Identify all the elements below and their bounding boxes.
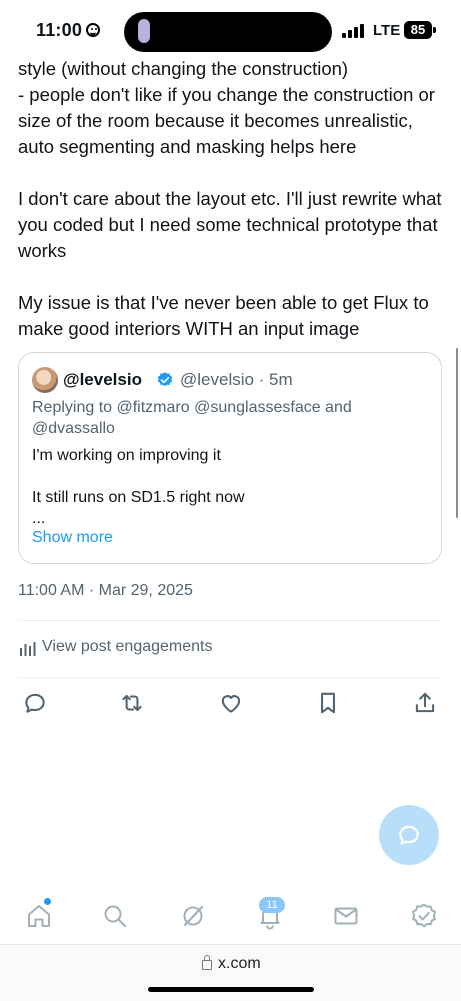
home-indicator[interactable] xyxy=(148,987,314,992)
focus-mode-icon xyxy=(86,23,100,37)
verified-icon xyxy=(412,903,436,928)
messages-icon xyxy=(334,907,358,925)
show-more-link[interactable]: Show more xyxy=(32,529,113,547)
reply-icon xyxy=(25,693,45,713)
reply-fab-button[interactable] xyxy=(379,805,439,865)
nav-home[interactable] xyxy=(25,902,53,930)
browser-url-bar[interactable]: x.com xyxy=(0,944,461,1001)
like-button[interactable] xyxy=(218,690,244,716)
nav-messages[interactable] xyxy=(332,902,360,930)
home-new-indicator xyxy=(44,898,51,905)
share-icon xyxy=(415,692,435,713)
divider xyxy=(18,620,443,621)
scrollbar[interactable] xyxy=(456,348,458,518)
bookmark-icon xyxy=(321,692,335,714)
quoted-post[interactable]: @levelsio @levelsio · 5m Replying to @fi… xyxy=(18,352,442,564)
bottom-nav xyxy=(0,890,461,943)
battery-icon: 85 xyxy=(404,21,436,39)
status-time: 11:00 xyxy=(36,20,83,40)
nav-verified[interactable] xyxy=(410,902,438,930)
quoted-post-text: I'm working on improving it It still run… xyxy=(32,447,245,527)
view-engagements-label: View post engagements xyxy=(42,638,213,655)
signal-icon xyxy=(342,24,364,38)
like-icon xyxy=(221,695,241,713)
status-bar: 11:00 LTE 85 xyxy=(0,0,461,62)
verified-badge-icon xyxy=(157,372,173,387)
grok-icon xyxy=(183,905,204,927)
nav-search[interactable] xyxy=(101,902,129,930)
bookmark-button[interactable] xyxy=(315,690,341,716)
divider xyxy=(18,677,443,678)
quoted-author-handle: @levelsio · 5m xyxy=(180,370,293,389)
quoted-author-name[interactable]: @levelsio xyxy=(63,370,142,390)
lock-icon xyxy=(202,955,212,970)
repost-button[interactable] xyxy=(119,690,145,716)
chat-bubble-icon xyxy=(399,825,419,845)
home-icon xyxy=(28,905,50,927)
post-text: style (without changing the construction… xyxy=(18,58,442,339)
post-timestamp[interactable]: 11:00 AM · Mar 29, 2025 xyxy=(18,582,193,600)
share-button[interactable] xyxy=(412,690,438,716)
flashlight-indicator-icon xyxy=(138,19,150,43)
search-icon xyxy=(104,905,127,928)
network-label: LTE xyxy=(373,22,401,39)
replying-to: Replying to @fitzmaro @sunglassesface an… xyxy=(32,399,352,437)
analytics-icon xyxy=(20,642,36,656)
repost-icon xyxy=(122,694,142,712)
nav-grok[interactable] xyxy=(179,902,207,930)
notification-count-badge: 11 xyxy=(259,897,285,913)
dynamic-island xyxy=(124,12,332,52)
avatar[interactable] xyxy=(32,367,58,393)
reply-button[interactable] xyxy=(22,690,48,716)
url-text[interactable]: x.com xyxy=(218,955,261,973)
